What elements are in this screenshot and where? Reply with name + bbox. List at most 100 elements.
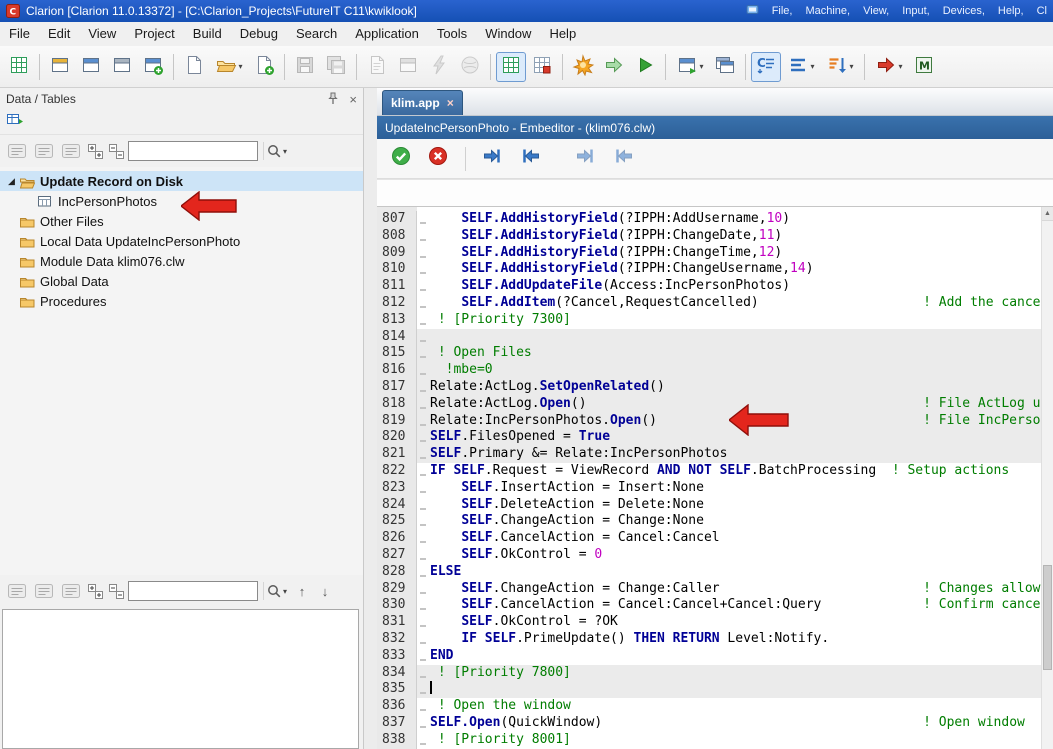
tree-item-global-data[interactable]: Global Data	[0, 271, 363, 291]
code-line-838[interactable]: 838 ! [Priority 8001]	[377, 732, 1042, 749]
host-menu-view[interactable]: View,	[863, 5, 889, 17]
embed-cc-button[interactable]: C	[751, 52, 781, 82]
tree-item-local-data-updateincpersonphoto[interactable]: Local Data UpdateIncPersonPhoto	[0, 231, 363, 251]
code-line-814[interactable]: 814	[377, 329, 1042, 346]
run-play-button[interactable]	[630, 52, 660, 82]
next-embed-button[interactable]	[479, 145, 507, 173]
new-file-button[interactable]	[179, 52, 209, 82]
generate-burst-button[interactable]	[568, 52, 598, 82]
code-line-831[interactable]: 831 SELF.OkControl = ?OK	[377, 614, 1042, 631]
code-line-832[interactable]: 832 IF SELF.PrimeUpdate() THEN RETURN Le…	[377, 631, 1042, 648]
panel-close-icon[interactable]: ×	[349, 93, 357, 106]
build-lightning-button[interactable]	[424, 52, 454, 82]
scrollbar-thumb[interactable]	[1043, 565, 1052, 670]
next-embed-point-button[interactable]	[572, 145, 600, 173]
run-red-button[interactable]: ▾	[870, 52, 908, 82]
menu-help[interactable]: Help	[540, 22, 585, 46]
code-line-816[interactable]: 816 !mbe=0	[377, 362, 1042, 379]
panel-button-icon-1[interactable]	[5, 141, 29, 161]
vertical-scrollbar[interactable]: ▲	[1041, 207, 1053, 749]
host-menu-input[interactable]: Input,	[902, 5, 930, 17]
tab-close-icon[interactable]: ×	[447, 96, 454, 110]
app-window-blue-button[interactable]	[76, 52, 106, 82]
code-line-817[interactable]: 817Relate:ActLog.SetOpenRelated()	[377, 379, 1042, 396]
code-line-834[interactable]: 834 ! [Priority 7800]	[377, 665, 1042, 682]
code-line-808[interactable]: 808 SELF.AddHistoryField(?IPPH:ChangeDat…	[377, 228, 1042, 245]
save-all-button[interactable]	[321, 52, 351, 82]
collapse-all-icon[interactable]	[107, 582, 125, 600]
menu-search[interactable]: Search	[287, 22, 346, 46]
tab-klim-app[interactable]: klim.app ×	[382, 90, 463, 115]
pin-icon[interactable]	[325, 91, 341, 107]
code-line-829[interactable]: 829 SELF.ChangeAction = Change:Caller ! …	[377, 581, 1042, 598]
search-icon[interactable]: ▾	[263, 582, 289, 600]
report-2-button[interactable]	[393, 52, 423, 82]
code-line-819[interactable]: 819Relate:IncPersonPhotos.Open() ! File …	[377, 413, 1042, 430]
code-line-826[interactable]: 826 SELF.CancelAction = Cancel:Cancel	[377, 530, 1042, 547]
sort-filter-button[interactable]: ▾	[821, 52, 859, 82]
module-m-button[interactable]: M	[909, 52, 939, 82]
panel-button-icon-3[interactable]	[59, 581, 83, 601]
previous-embed-point-button[interactable]	[609, 145, 637, 173]
scroll-up-icon[interactable]: ▲	[1042, 207, 1053, 221]
menu-project[interactable]: Project	[125, 22, 183, 46]
tree-item-procedures[interactable]: Procedures	[0, 291, 363, 311]
tree-item-module-data-klim076-clw[interactable]: Module Data klim076.clw	[0, 251, 363, 271]
code-line-818[interactable]: 818Relate:ActLog.Open() ! File ActLog us…	[377, 396, 1042, 413]
code-line-821[interactable]: 821SELF.Primary &= Relate:IncPersonPhoto…	[377, 446, 1042, 463]
code-line-807[interactable]: 807 SELF.AddHistoryField(?IPPH:AddUserna…	[377, 211, 1042, 228]
view-lines-button[interactable]: ▾	[782, 52, 820, 82]
window-copy-button[interactable]	[710, 52, 740, 82]
code-line-823[interactable]: 823 SELF.InsertAction = Insert:None	[377, 480, 1042, 497]
app-window-new-button[interactable]	[138, 52, 168, 82]
expand-all-icon[interactable]	[86, 142, 104, 160]
move-up-icon[interactable]: ↑	[292, 584, 312, 599]
bottom-search-input[interactable]	[128, 581, 258, 601]
panel-button-icon-3[interactable]	[59, 141, 83, 161]
panel-splitter[interactable]	[364, 88, 377, 749]
code-line-827[interactable]: 827 SELF.OkControl = 0	[377, 547, 1042, 564]
code-line-815[interactable]: 815 ! Open Files	[377, 345, 1042, 362]
panel-button-icon-1[interactable]	[5, 581, 29, 601]
code-line-810[interactable]: 810 SELF.AddHistoryField(?IPPH:ChangeUse…	[377, 261, 1042, 278]
code-line-824[interactable]: 824 SELF.DeleteAction = Delete:None	[377, 497, 1042, 514]
menu-build[interactable]: Build	[184, 22, 231, 46]
app-window-gray-button[interactable]	[107, 52, 137, 82]
new-from-template-button[interactable]	[249, 52, 279, 82]
menu-tools[interactable]: Tools	[428, 22, 476, 46]
panel-button-icon-2[interactable]	[32, 581, 56, 601]
code-line-830[interactable]: 830 SELF.CancelAction = Cancel:Cancel+Ca…	[377, 597, 1042, 614]
application-generator-button[interactable]	[527, 52, 557, 82]
code-editor[interactable]: 807 SELF.AddHistoryField(?IPPH:AddUserna…	[377, 207, 1053, 749]
code-line-811[interactable]: 811 SELF.AddUpdateFile(Access:IncPersonP…	[377, 278, 1042, 295]
host-menu-file[interactable]: File,	[772, 5, 793, 17]
menu-application[interactable]: Application	[346, 22, 428, 46]
code-line-820[interactable]: 820SELF.FilesOpened = True	[377, 429, 1042, 446]
host-menu-devices[interactable]: Devices,	[943, 5, 985, 17]
tree-search-input[interactable]	[128, 141, 258, 161]
move-down-icon[interactable]: ↓	[315, 584, 335, 599]
open-file-button[interactable]: ▾	[210, 52, 248, 82]
code-line-813[interactable]: 813 ! [Priority 7300]	[377, 312, 1042, 329]
tree-expander-icon[interactable]: ◢	[4, 176, 19, 187]
bottom-list[interactable]	[2, 609, 359, 749]
host-menu-machine[interactable]: Machine,	[805, 5, 850, 17]
code-line-825[interactable]: 825 SELF.ChangeAction = Change:None	[377, 513, 1042, 530]
tables-grid-icon[interactable]	[6, 112, 24, 132]
search-icon[interactable]: ▾	[263, 142, 289, 160]
save-button[interactable]	[290, 52, 320, 82]
code-line-833[interactable]: 833END	[377, 648, 1042, 665]
report-1-button[interactable]	[362, 52, 392, 82]
accept-button[interactable]	[387, 145, 415, 173]
collapse-all-icon[interactable]	[107, 142, 125, 160]
code-line-809[interactable]: 809 SELF.AddHistoryField(?IPPH:ChangeTim…	[377, 245, 1042, 262]
expand-all-icon[interactable]	[86, 582, 104, 600]
dictionary-button[interactable]	[496, 52, 526, 82]
host-menu-help[interactable]: Help,	[998, 5, 1024, 17]
debug-ball-button[interactable]	[455, 52, 485, 82]
code-line-835[interactable]: 835	[377, 681, 1042, 698]
menu-edit[interactable]: Edit	[39, 22, 79, 46]
menu-file[interactable]: File	[0, 22, 39, 46]
code-line-828[interactable]: 828ELSE	[377, 564, 1042, 581]
cancel-button[interactable]	[424, 145, 452, 173]
